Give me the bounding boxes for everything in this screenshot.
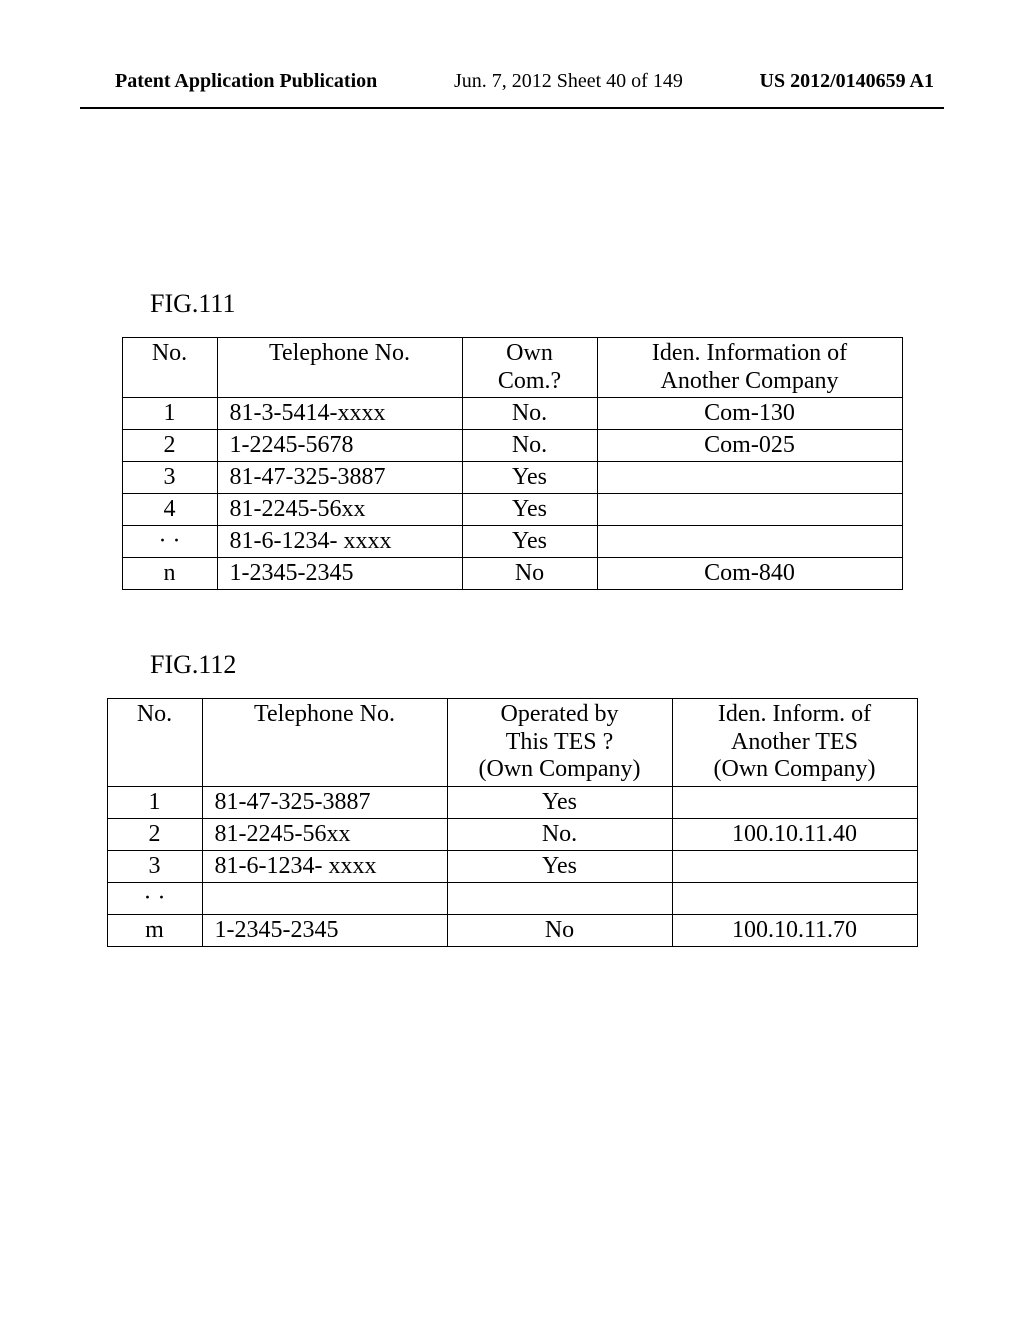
page-header: Patent Application Publication Jun. 7, 2… bbox=[0, 0, 1024, 103]
cell-no: 3 bbox=[122, 462, 217, 494]
table-row: 2 1-2245-5678 No. Com-025 bbox=[122, 430, 902, 462]
col-header-no: No. bbox=[107, 699, 202, 787]
cell-tel: 81-47-325-3887 bbox=[202, 786, 447, 818]
cell-iden: 100.10.11.70 bbox=[672, 914, 917, 946]
header-right: US 2012/0140659 A1 bbox=[760, 70, 934, 93]
table-body: 1 81-47-325-3887 Yes 2 81-2245-56xx No. … bbox=[107, 786, 917, 946]
table-row: 1 81-47-325-3887 Yes bbox=[107, 786, 917, 818]
cell-iden bbox=[672, 786, 917, 818]
header-line: Iden. Inform. of bbox=[685, 701, 905, 729]
table-row: 2 81-2245-56xx No. 100.10.11.40 bbox=[107, 818, 917, 850]
cell-tel: 81-47-325-3887 bbox=[217, 462, 462, 494]
header-line: (Own Company) bbox=[460, 756, 660, 784]
cell-iden bbox=[597, 494, 902, 526]
cell-tel: 81-6-1234- xxxx bbox=[202, 850, 447, 882]
header-line: This TES ? bbox=[460, 729, 660, 757]
col-header-tel: Telephone No. bbox=[217, 338, 462, 398]
cell-tel: 1-2345-2345 bbox=[202, 914, 447, 946]
cell-no: · · bbox=[107, 882, 202, 914]
table-row: 3 81-47-325-3887 Yes bbox=[122, 462, 902, 494]
cell-own-com: No bbox=[462, 558, 597, 590]
cell-own-com: No. bbox=[462, 430, 597, 462]
cell-iden bbox=[597, 462, 902, 494]
col-header-iden-inform: Iden. Inform. of Another TES (Own Compan… bbox=[672, 699, 917, 787]
cell-operated: No bbox=[447, 914, 672, 946]
table-fig112: No. Telephone No. Operated by This TES ?… bbox=[107, 698, 918, 947]
table-row: 4 81-2245-56xx Yes bbox=[122, 494, 902, 526]
cell-no: m bbox=[107, 914, 202, 946]
header-center: Jun. 7, 2012 Sheet 40 of 149 bbox=[454, 70, 683, 93]
cell-own-com: Yes bbox=[462, 526, 597, 558]
header-rule bbox=[80, 107, 944, 109]
table-body: 1 81-3-5414-xxxx No. Com-130 2 1-2245-56… bbox=[122, 398, 902, 590]
header-line: Another TES bbox=[685, 729, 905, 757]
cell-own-com: Yes bbox=[462, 462, 597, 494]
header-line: (Own Company) bbox=[685, 756, 905, 784]
cell-no: 2 bbox=[122, 430, 217, 462]
header-line: Own bbox=[475, 340, 585, 368]
cell-iden bbox=[597, 526, 902, 558]
cell-iden: Com-840 bbox=[597, 558, 902, 590]
table-row: · · 81-6-1234- xxxx Yes bbox=[122, 526, 902, 558]
page-content: FIG.111 No. Telephone No. Own Com.? Iden… bbox=[0, 289, 1024, 947]
col-header-no: No. bbox=[122, 338, 217, 398]
cell-iden bbox=[672, 850, 917, 882]
header-left: Patent Application Publication bbox=[115, 70, 377, 93]
cell-no: 1 bbox=[107, 786, 202, 818]
cell-tel: 1-2345-2345 bbox=[217, 558, 462, 590]
cell-no: 2 bbox=[107, 818, 202, 850]
cell-tel: 1-2245-5678 bbox=[217, 430, 462, 462]
table-row: · · bbox=[107, 882, 917, 914]
cell-no: 3 bbox=[107, 850, 202, 882]
cell-own-com: Yes bbox=[462, 494, 597, 526]
cell-iden: Com-025 bbox=[597, 430, 902, 462]
cell-iden bbox=[672, 882, 917, 914]
cell-operated: Yes bbox=[447, 786, 672, 818]
cell-operated bbox=[447, 882, 672, 914]
cell-tel: 81-6-1234- xxxx bbox=[217, 526, 462, 558]
header-line: Com.? bbox=[475, 368, 585, 396]
cell-operated: No. bbox=[447, 818, 672, 850]
cell-no: 4 bbox=[122, 494, 217, 526]
cell-tel: 81-3-5414-xxxx bbox=[217, 398, 462, 430]
table-header-row: No. Telephone No. Own Com.? Iden. Inform… bbox=[122, 338, 902, 398]
table-header-row: No. Telephone No. Operated by This TES ?… bbox=[107, 699, 917, 787]
figure-label-111: FIG.111 bbox=[150, 289, 944, 319]
table-row: n 1-2345-2345 No Com-840 bbox=[122, 558, 902, 590]
table-row: 1 81-3-5414-xxxx No. Com-130 bbox=[122, 398, 902, 430]
cell-tel bbox=[202, 882, 447, 914]
col-header-operated-by: Operated by This TES ? (Own Company) bbox=[447, 699, 672, 787]
cell-tel: 81-2245-56xx bbox=[202, 818, 447, 850]
table-row: 3 81-6-1234- xxxx Yes bbox=[107, 850, 917, 882]
figure-label-112: FIG.112 bbox=[150, 650, 944, 680]
col-header-own-com: Own Com.? bbox=[462, 338, 597, 398]
col-header-tel: Telephone No. bbox=[202, 699, 447, 787]
cell-operated: Yes bbox=[447, 850, 672, 882]
cell-iden: 100.10.11.40 bbox=[672, 818, 917, 850]
header-line: Iden. Information of bbox=[610, 340, 890, 368]
table-row: m 1-2345-2345 No 100.10.11.70 bbox=[107, 914, 917, 946]
col-header-iden-info: Iden. Information of Another Company bbox=[597, 338, 902, 398]
cell-no: 1 bbox=[122, 398, 217, 430]
cell-no: · · bbox=[122, 526, 217, 558]
header-line: Another Company bbox=[610, 368, 890, 396]
cell-no: n bbox=[122, 558, 217, 590]
cell-own-com: No. bbox=[462, 398, 597, 430]
cell-tel: 81-2245-56xx bbox=[217, 494, 462, 526]
cell-iden: Com-130 bbox=[597, 398, 902, 430]
header-line: Operated by bbox=[460, 701, 660, 729]
table-fig111: No. Telephone No. Own Com.? Iden. Inform… bbox=[122, 337, 903, 590]
